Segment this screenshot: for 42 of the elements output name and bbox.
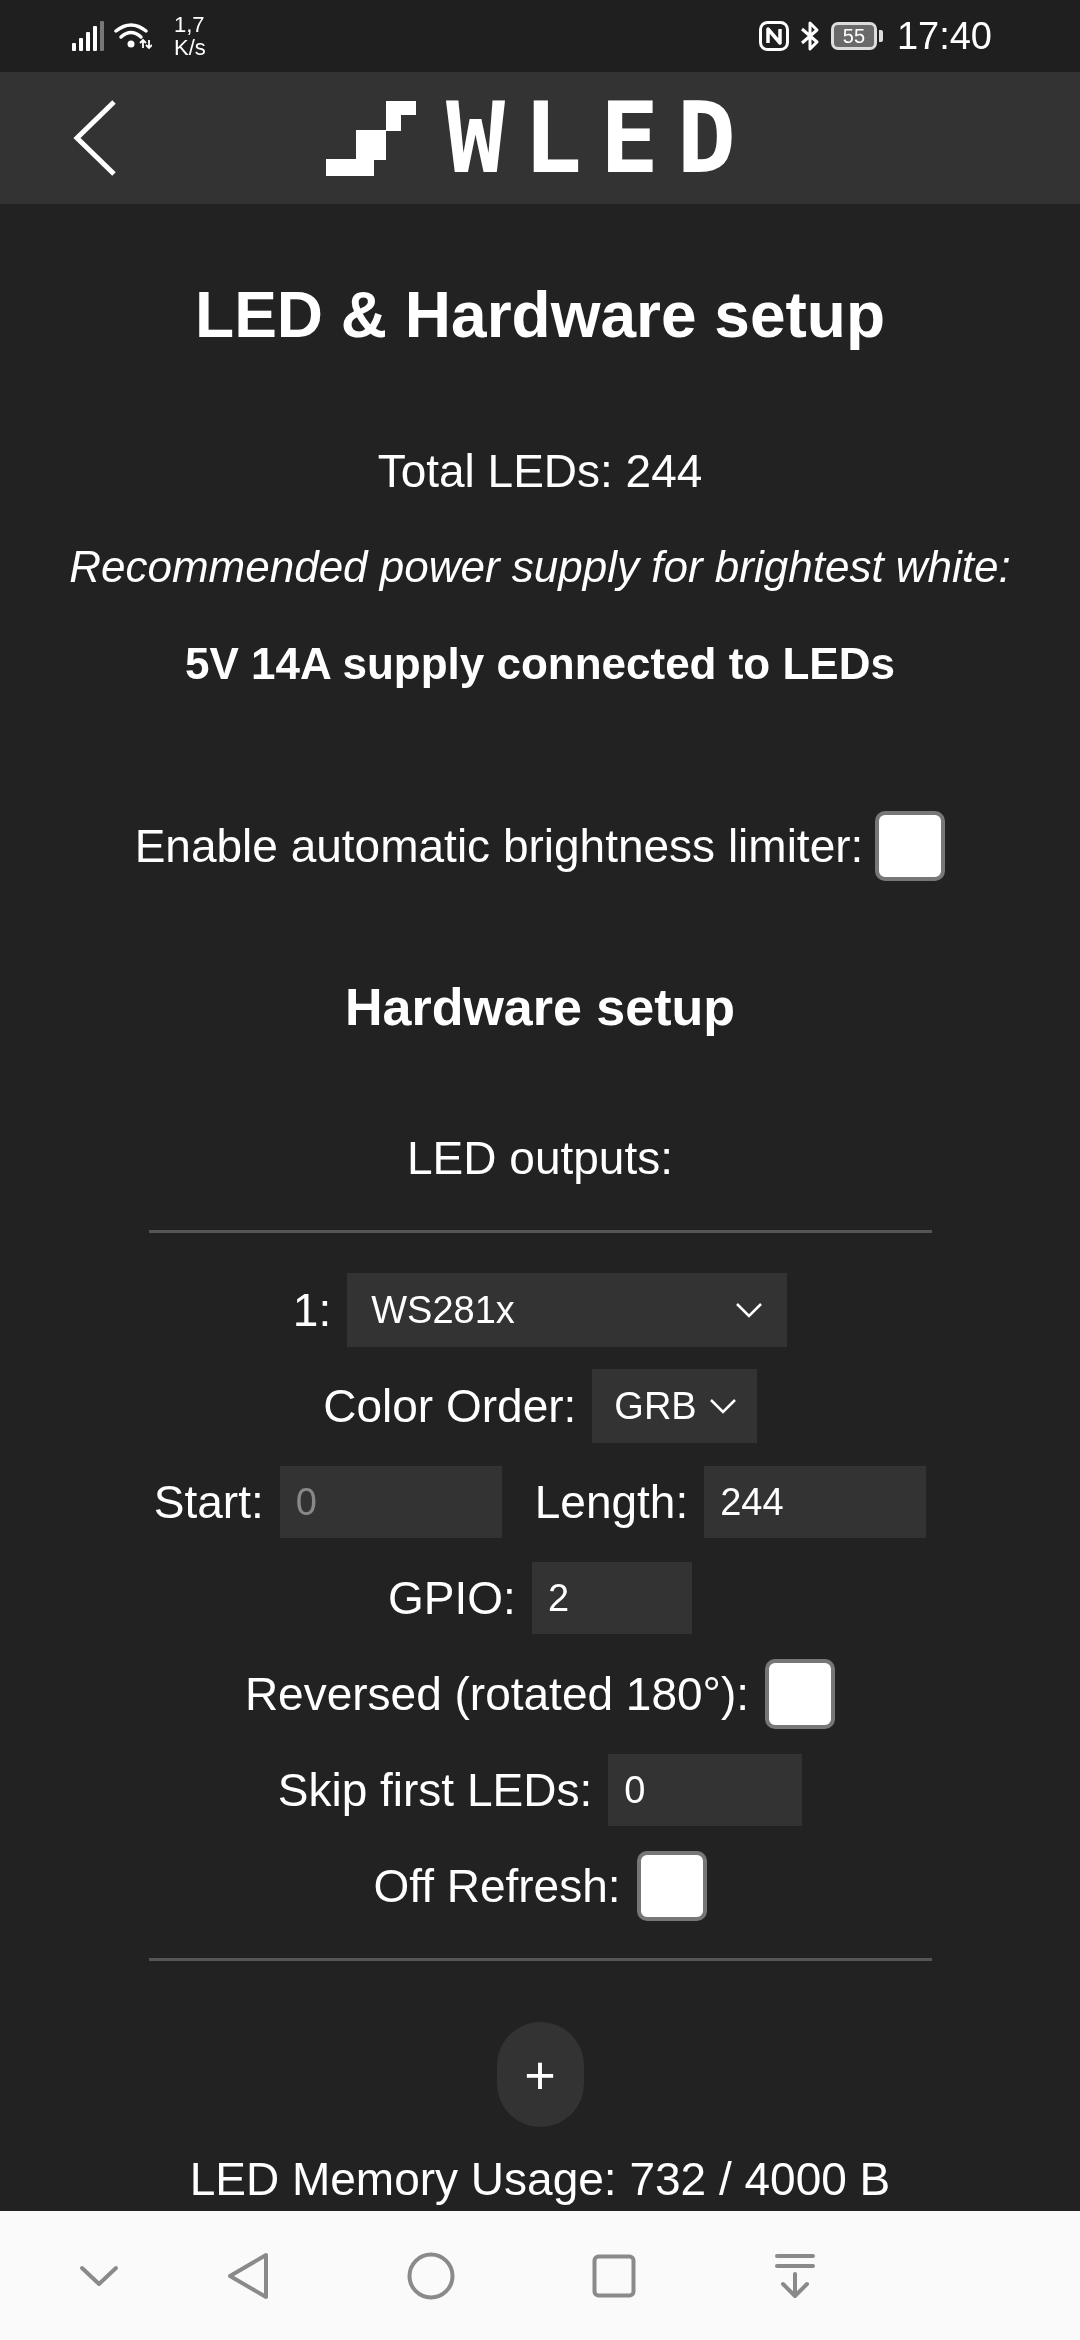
field-label: Length:: [534, 1475, 689, 1530]
checkbox[interactable]: [875, 811, 946, 881]
field-label: 1:: [292, 1283, 332, 1338]
input-field[interactable]: 2: [531, 1562, 692, 1634]
field-label: Start:: [153, 1475, 264, 1530]
field-label: Enable automatic brightness limiter:: [134, 819, 864, 874]
square-icon[interactable]: [592, 2253, 636, 2298]
nfc-icon: [758, 21, 789, 51]
bluetooth-icon: [798, 20, 821, 52]
total-leds-text: Total LEDs: 244: [377, 444, 703, 499]
home-icon[interactable]: [407, 2251, 455, 2300]
add-button[interactable]: +: [496, 2022, 584, 2127]
chevron-down-icon[interactable]: [79, 2264, 119, 2287]
checkbox[interactable]: [636, 1851, 707, 1921]
logo-mark-icon: [326, 100, 416, 176]
logo-text: WLED: [446, 98, 754, 178]
arrow-down-icon[interactable]: [773, 2252, 817, 2299]
caret-icon: [735, 1302, 764, 1318]
page-title: LED & Hardware setup: [195, 278, 885, 353]
memory-usage-text: LED Memory Usage: 732 / 4000 B: [189, 2153, 891, 2205]
checkbox[interactable]: [765, 1659, 836, 1729]
caret-icon: [708, 1398, 737, 1414]
field-label: Color Order:: [323, 1379, 577, 1434]
battery-indicator: 55: [830, 22, 883, 50]
signal-icon: [72, 21, 104, 51]
field-label: Skip first LEDs:: [277, 1763, 593, 1818]
recommendation-text: Recommended power supply for brightest white:: [69, 541, 1011, 593]
back-icon[interactable]: [73, 99, 117, 177]
dropdown[interactable]: GRB: [592, 1369, 757, 1443]
section-heading: Hardware setup: [344, 977, 736, 1038]
input-field[interactable]: 0: [608, 1754, 803, 1826]
dropdown[interactable]: WS281x: [347, 1273, 788, 1347]
network-speed: 1,7: [174, 13, 206, 36]
clock: 17:40: [896, 14, 992, 58]
speed-unit: K/s: [174, 36, 206, 59]
supply-text: 5V 14A supply connected to LEDs: [185, 638, 895, 690]
field-label: Off Refresh:: [373, 1859, 621, 1914]
field-label: Reversed (rotated 180°):: [244, 1667, 750, 1722]
field-label: GPIO:: [388, 1571, 516, 1626]
input-field[interactable]: 244: [704, 1466, 927, 1538]
outputs-label: LED outputs:: [407, 1131, 673, 1186]
wifi-icon: [114, 22, 152, 50]
